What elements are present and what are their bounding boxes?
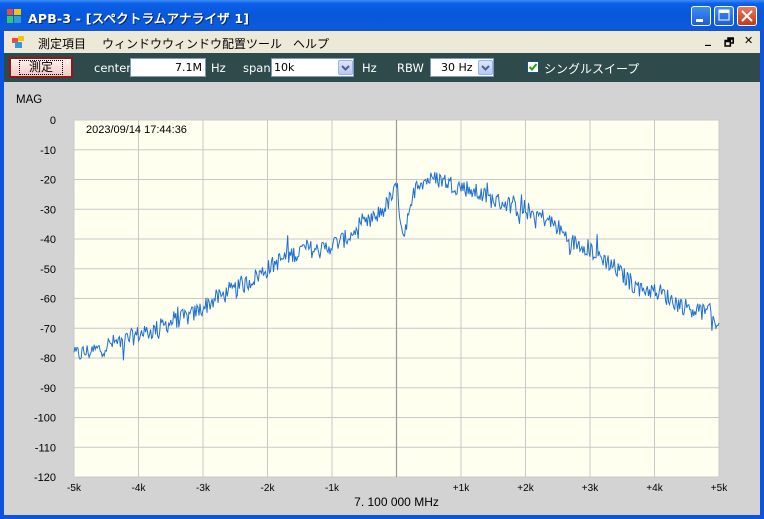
toolbar: 測定 center 7.1M Hz span 10k Hz RBW 30 Hz (4, 53, 760, 82)
menu-help[interactable]: ヘルプ (293, 35, 329, 52)
mdi-restore-button[interactable]: 🗗 (724, 34, 734, 53)
spectrum-chart[interactable]: 0 -10 -20 -30 -40 -50 -60 -70 -80 -90 -100 -110 -120… (4, 82, 760, 515)
y-tick-label: -120 (34, 472, 56, 484)
y-tick-label: -50 (40, 264, 56, 276)
app-icon (7, 9, 21, 23)
y-tick-label: -30 (40, 204, 56, 216)
mdi-close-button[interactable]: ✕ (744, 34, 753, 47)
x-tick-label: +4k (646, 483, 663, 494)
timestamp-label: 2023/09/14 17:44:36 (86, 124, 187, 136)
span-label: span (243, 61, 271, 75)
menu-window-layout[interactable]: ウィンドウ配置 (162, 35, 246, 52)
y-tick-label: 0 (50, 115, 56, 127)
window-title: APB-3 - [スペクトラムアナライザ 1] (28, 11, 250, 26)
single-sweep-label[interactable]: シングルスイープ (544, 60, 639, 77)
x-axis-label: 7. 100 000 MHz (354, 495, 439, 509)
rbw-select-value: 30 Hz (441, 61, 473, 74)
menu-window[interactable]: ウィンドウ (102, 35, 162, 52)
menu-bar: 測定項目 ウィンドウ ウィンドウ配置 ツール ヘルプ _ 🗗 ✕ (4, 31, 760, 53)
rbw-label: RBW (397, 61, 424, 75)
rbw-select[interactable]: 30 Hz (430, 58, 494, 77)
menu-measure-items[interactable]: 測定項目 (38, 35, 86, 52)
x-tick-label: -4k (132, 483, 147, 494)
center-frequency-input[interactable]: 7.1M (130, 58, 206, 77)
y-tick-label: -10 (40, 145, 56, 157)
x-tick-label: -1k (325, 483, 340, 494)
x-tick-label: -3k (196, 483, 211, 494)
y-axis-label: MAG (16, 94, 42, 106)
mdi-minimize-button[interactable]: _ (705, 32, 711, 46)
center-label: center (94, 61, 131, 75)
y-tick-label: -40 (40, 234, 56, 246)
span-select-value: 10k (274, 61, 295, 74)
client-area: 測定項目 ウィンドウ ウィンドウ配置 ツール ヘルプ _ 🗗 ✕ 測定 cent… (4, 31, 760, 515)
center-unit-label: Hz (211, 61, 226, 75)
app-window: APB-3 - [スペクトラムアナライザ 1] 測定項目 ウィンドウ ウィンドウ… (0, 0, 764, 519)
document-icon[interactable] (12, 36, 26, 48)
y-tick-label: -20 (40, 175, 56, 187)
maximize-button[interactable] (714, 6, 734, 26)
y-tick-label: -100 (34, 413, 56, 425)
minimize-icon (696, 19, 703, 22)
span-unit-label: Hz (362, 61, 377, 75)
y-tick-label: -80 (40, 353, 56, 365)
x-tick-label: +3k (582, 483, 599, 494)
close-icon (741, 10, 753, 22)
checkmark-icon (528, 63, 538, 71)
maximize-icon (718, 9, 730, 21)
span-select[interactable]: 10k (271, 58, 354, 77)
rbw-dropdown-button[interactable] (478, 60, 493, 75)
close-button[interactable] (737, 6, 757, 26)
x-tick-label: +5k (711, 483, 728, 494)
measure-button[interactable]: 測定 (9, 57, 73, 78)
single-sweep-checkbox[interactable] (527, 61, 539, 73)
y-tick-label: -60 (40, 294, 56, 306)
y-tick-label: -90 (40, 383, 56, 395)
menu-tools[interactable]: ツール (246, 35, 282, 52)
chevron-down-icon (481, 65, 490, 71)
minimize-button[interactable] (691, 6, 711, 26)
y-tick-label: -70 (40, 323, 56, 335)
title-bar[interactable]: APB-3 - [スペクトラムアナライザ 1] (0, 0, 764, 31)
measure-button-label: 測定 (18, 60, 63, 75)
x-tick-label: +1k (453, 483, 470, 494)
spectrum-plot-panel: 0 -10 -20 -30 -40 -50 -60 -70 -80 -90 -100 -110 -120… (4, 82, 760, 515)
chevron-down-icon (341, 65, 350, 71)
y-tick-label: -110 (35, 442, 56, 454)
x-tick-label: -5k (67, 483, 82, 494)
x-tick-label: +2k (517, 483, 534, 494)
span-dropdown-button[interactable] (338, 60, 353, 75)
x-tick-label: -2k (261, 483, 276, 494)
